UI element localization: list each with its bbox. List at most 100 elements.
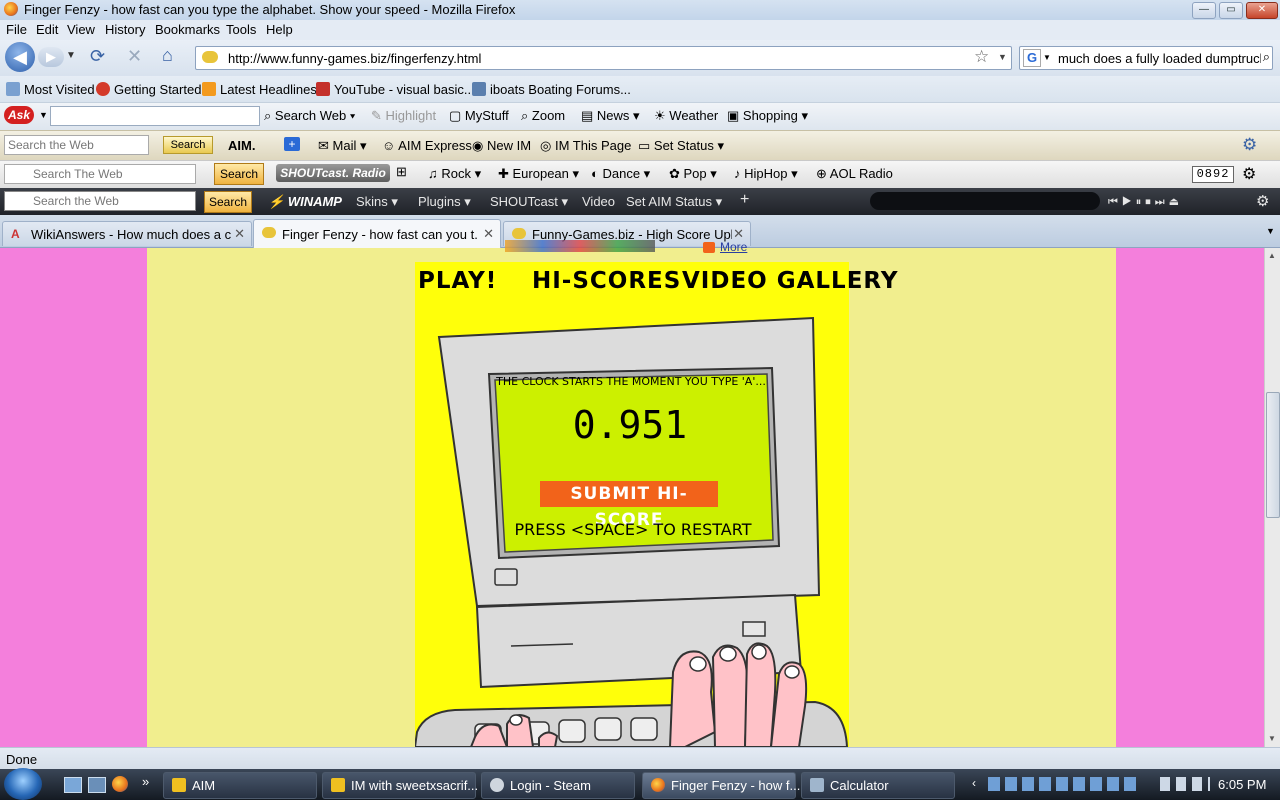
aim-add-icon[interactable]: + <box>284 137 300 151</box>
radio-rock-button[interactable]: ♫ Rock ▾ <box>428 166 481 182</box>
tab-close-icon[interactable]: ✕ <box>234 226 245 242</box>
search-go-icon[interactable]: ⌕ <box>1260 49 1270 65</box>
ask-highlight-button[interactable]: ✎ Highlight <box>371 108 436 124</box>
bookmark-youtube[interactable]: YouTube - visual basic... <box>316 82 475 97</box>
close-button[interactable]: ✕ <box>1246 2 1278 19</box>
minimize-button[interactable]: — <box>1192 2 1216 19</box>
search-input[interactable]: much does a fully loaded dumptruck <box>1058 51 1266 66</box>
history-dropdown-icon[interactable]: ▼ <box>66 50 76 61</box>
stop-icon[interactable]: ✕ <box>127 46 142 67</box>
menu-history[interactable]: History <box>105 22 145 37</box>
taskbar-item-steam[interactable]: Login - Steam <box>481 772 635 799</box>
taskbar-item-im[interactable]: IM with sweetxsacrif... <box>322 772 478 799</box>
shoutcast-search-button[interactable]: Search <box>214 163 264 185</box>
quicklaunch-overflow-icon[interactable]: » <box>142 774 149 789</box>
taskbar-clock[interactable]: 6:05 PM <box>1218 777 1266 792</box>
engine-dropdown-icon[interactable]: ▼ <box>1043 53 1051 62</box>
aim-search-input[interactable]: Search the Web <box>4 135 149 155</box>
aim-search-button[interactable]: Search <box>163 136 213 154</box>
ask-mystuff-button[interactable]: ▢ MyStuff <box>449 108 509 124</box>
back-button[interactable]: ◀ <box>5 42 35 72</box>
bookmark-most-visited[interactable]: Most Visited <box>6 82 95 97</box>
share-icons-strip[interactable] <box>505 240 655 252</box>
ask-zoom-button[interactable]: ⌕ Zoom <box>521 108 565 124</box>
radio-pop-button[interactable]: ✿ Pop ▾ <box>669 166 717 182</box>
winamp-logo[interactable]: ⚡ WINAMP <box>268 194 342 210</box>
aim-express-button[interactable]: ☺ AIM Express <box>382 138 472 153</box>
aim-im-this-page-button[interactable]: ◎ IM This Page <box>540 138 631 154</box>
submit-hi-score-button[interactable]: SUBMIT HI-SCORE <box>540 481 718 530</box>
menu-tools[interactable]: Tools <box>226 22 256 37</box>
shoutcast-settings-gear-icon[interactable]: ⚙ <box>1242 164 1256 184</box>
maximize-button[interactable]: ▭ <box>1219 2 1243 19</box>
show-desktop-icon[interactable] <box>64 777 82 793</box>
menu-bookmarks[interactable]: Bookmarks <box>155 22 220 37</box>
radio-dance-button[interactable]: ◐ Dance ▾ <box>591 166 650 182</box>
winamp-shoutcast-button[interactable]: SHOUTcast ▾ <box>490 194 568 210</box>
winamp-settings-gear-icon[interactable]: ⚙ <box>1256 192 1269 210</box>
tab-list-dropdown-icon[interactable]: ▼ <box>1266 226 1275 236</box>
bookmark-getting-started[interactable]: Getting Started <box>96 82 201 97</box>
ask-logo[interactable]: Ask <box>4 106 34 124</box>
winamp-search-input[interactable]: Search the Web <box>4 191 196 211</box>
winamp-player-display[interactable] <box>870 192 1100 210</box>
aim-logo[interactable]: AIM. <box>228 138 255 153</box>
ask-dropdown-icon[interactable]: ▼ <box>39 110 48 120</box>
bookmark-star-icon[interactable]: ☆ <box>974 47 989 67</box>
reload-icon[interactable]: ⟳ <box>90 46 105 67</box>
tray-expand-icon[interactable]: ‹ <box>972 776 976 790</box>
tab-wikianswers[interactable]: A WikiAnswers - How much does a c... ✕ <box>2 221 252 246</box>
system-tray-icons[interactable] <box>988 777 1138 791</box>
game-nav-hi-scores[interactable]: HI-SCORES <box>532 268 681 294</box>
share-more-link[interactable]: More <box>720 240 747 254</box>
aim-new-im-button[interactable]: ◉ New IM <box>472 138 531 154</box>
url-dropdown-icon[interactable]: ▼ <box>998 52 1007 62</box>
menu-edit[interactable]: Edit <box>36 22 58 37</box>
winamp-playback-controls[interactable]: ⏮▶⏸⏹⏭⏏ <box>1108 195 1183 209</box>
ask-search-input[interactable] <box>50 106 260 126</box>
search-bar[interactable]: G ▼ much does a fully loaded dumptruck ⌕ <box>1019 46 1273 70</box>
ask-weather-button[interactable]: ☀ Weather <box>654 108 718 124</box>
tab-close-icon[interactable]: ✕ <box>483 226 494 242</box>
radio-hiphop-button[interactable]: ♪ HipHop ▾ <box>734 166 798 182</box>
winamp-skins-button[interactable]: Skins ▾ <box>356 194 398 210</box>
menu-help[interactable]: Help <box>266 22 293 37</box>
winamp-video-button[interactable]: Video <box>582 194 615 209</box>
shoutcast-add-icon[interactable]: ⊞ <box>396 164 407 180</box>
ask-shopping-button[interactable]: ▣ Shopping ▾ <box>727 108 808 124</box>
taskbar-item-aim[interactable]: AIM <box>163 772 317 799</box>
forward-button[interactable]: ▶ <box>38 47 64 67</box>
scroll-down-icon[interactable]: ▼ <box>1268 734 1276 743</box>
firefox-quicklaunch-icon[interactable] <box>112 776 128 792</box>
aim-set-status-button[interactable]: ▭ Set Status ▾ <box>638 138 724 154</box>
taskbar-item-calculator[interactable]: Calculator <box>801 772 955 799</box>
scrollbar-thumb[interactable] <box>1266 392 1280 518</box>
shoutcast-search-input[interactable]: Search The Web <box>4 164 196 184</box>
menu-file[interactable]: File <box>6 22 27 37</box>
start-button[interactable] <box>4 768 42 800</box>
winamp-search-button[interactable]: Search <box>204 191 252 213</box>
ask-news-button[interactable]: ▤ News ▾ <box>581 108 640 124</box>
radio-european-button[interactable]: ✚ European ▾ <box>498 166 579 182</box>
tray-status-icons[interactable] <box>1160 777 1210 791</box>
search-engine-icon[interactable]: G <box>1023 49 1041 67</box>
bookmark-iboats[interactable]: iboats Boating Forums... <box>472 82 631 97</box>
game-nav-video-gallery[interactable]: VIDEO GALLERY <box>682 268 899 294</box>
menu-view[interactable]: View <box>67 22 95 37</box>
bookmark-latest-headlines[interactable]: Latest Headlines <box>202 82 317 97</box>
winamp-plugins-button[interactable]: Plugins ▾ <box>418 194 471 210</box>
winamp-set-aim-status-button[interactable]: Set AIM Status ▾ <box>626 194 722 210</box>
radio-aol-button[interactable]: ⊕ AOL Radio <box>816 166 893 182</box>
home-icon[interactable]: ⌂ <box>162 45 173 66</box>
winamp-add-icon[interactable]: + <box>740 191 749 209</box>
taskbar-item-firefox[interactable]: Finger Fenzy - how f... <box>642 772 800 799</box>
aim-mail-button[interactable]: ✉ Mail ▾ <box>318 138 367 154</box>
game-nav-play[interactable]: PLAY! <box>418 268 497 294</box>
ask-search-web-button[interactable]: ⌕ Search Web ▾ <box>264 108 355 124</box>
shoutcast-radio-logo[interactable]: SHOUTcast. Radio <box>276 164 390 182</box>
aim-settings-gear-icon[interactable]: ⚙ <box>1242 135 1257 155</box>
scroll-up-icon[interactable]: ▲ <box>1268 251 1276 260</box>
tab-finger-fenzy[interactable]: Finger Fenzy - how fast can you t... ✕ <box>253 219 501 248</box>
url-bar[interactable]: http://www.funny-games.biz/fingerfenzy.h… <box>195 46 1012 70</box>
switch-windows-icon[interactable] <box>88 777 106 793</box>
